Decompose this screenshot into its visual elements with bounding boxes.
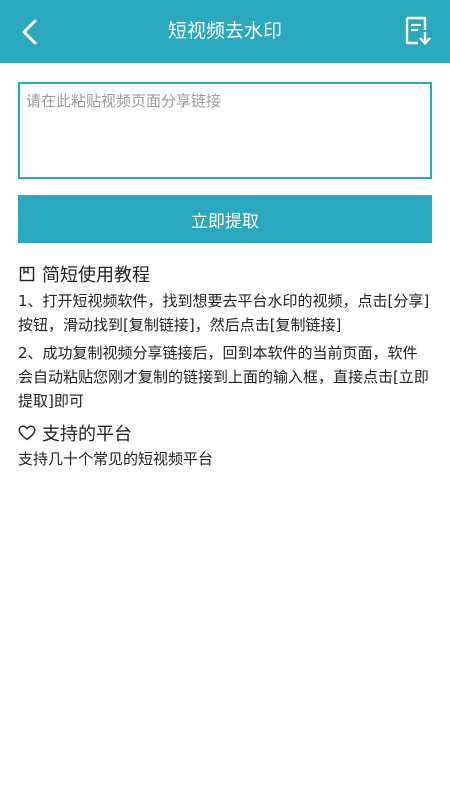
platforms-heading: 支持的平台 [18,420,132,446]
tutorial-title: 简短使用教程 [42,265,150,286]
bookmark-icon [18,265,36,283]
document-download-icon [405,16,431,45]
tutorial-step-2: 2、成功复制视频分享链接后，回到本软件的当前页面，软件会自动粘贴您刚才复制的链接… [18,344,429,410]
tutorial-step-1: 1、打开短视频软件，找到想要去平台水印的视频，点击[分享]按钮，滑动找到[复制链… [18,292,430,334]
tutorial-heading: 简短使用教程 [18,261,150,287]
share-link-input[interactable] [20,84,430,177]
top-bar: 短视频去水印 [0,0,450,63]
extract-button[interactable]: 立即提取 [18,195,432,243]
back-button[interactable] [12,14,48,50]
heart-icon [18,424,36,442]
platforms-title: 支持的平台 [42,424,132,445]
page-title: 短视频去水印 [167,20,282,42]
platforms-text: 支持几十个常见的短视频平台 [18,450,214,468]
history-button[interactable] [402,14,434,48]
chevron-left-icon [22,19,37,45]
link-input-box [18,82,432,179]
